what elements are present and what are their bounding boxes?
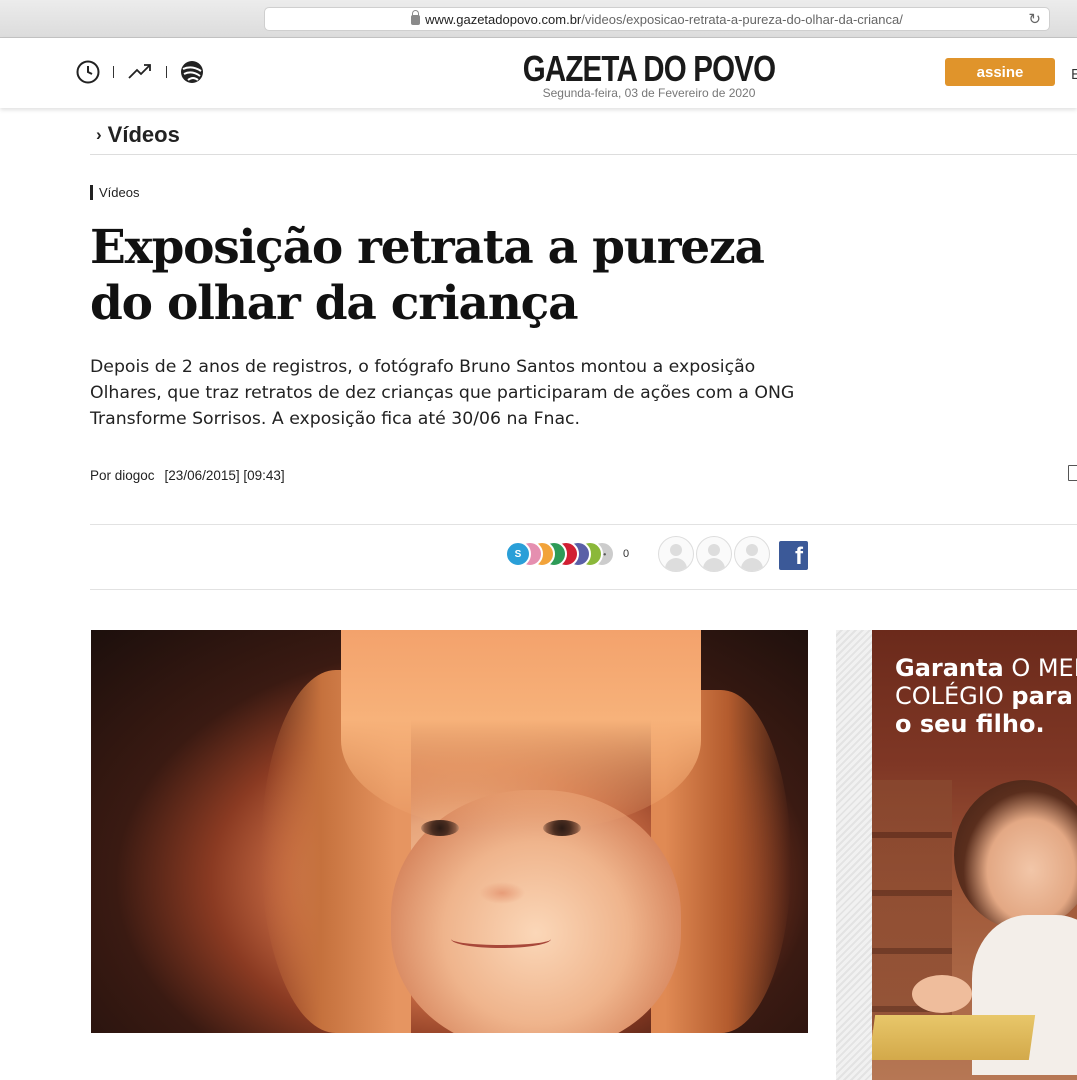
publish-datetime: [23/06/2015] [09:43] — [164, 468, 285, 483]
avatar — [734, 536, 770, 572]
ad-line-2-bold: para — [1011, 682, 1073, 710]
divider — [90, 154, 1077, 155]
address-bar[interactable]: www.gazetadopovo.com.br/videos/exposicao… — [264, 7, 1050, 31]
share-count: 0 — [623, 548, 630, 560]
divider — [90, 524, 1077, 525]
site-header: GAZETA DO POVO Segunda-feira, 03 de Feve… — [0, 38, 1077, 108]
bookmark-icon[interactable] — [1068, 465, 1077, 481]
ad-line-2: COLÉGIO — [895, 682, 1012, 710]
ad-line-3: o seu filho. — [895, 710, 1045, 738]
ad-border — [836, 630, 872, 1080]
divider — [90, 589, 1077, 590]
header-separator — [113, 66, 114, 78]
reader-avatars — [658, 536, 772, 572]
section-title: Vídeos — [107, 122, 180, 147]
ad-image-region — [872, 1015, 1036, 1060]
clock-icon[interactable] — [76, 60, 100, 84]
share-icon[interactable]: S — [505, 541, 531, 567]
photo-region — [451, 930, 551, 948]
url-path: /videos/exposicao-retrata-a-pureza-do-ol… — [581, 11, 903, 27]
reload-icon[interactable]: ↻ — [1028, 11, 1041, 27]
article-summary: Depois de 2 anos de registros, o fotógra… — [90, 357, 795, 429]
lock-icon — [411, 10, 421, 25]
ad-line-1: O MELHOR — [1011, 654, 1077, 682]
url-domain: www.gazetadopovo.com.br — [425, 11, 582, 27]
photo-region — [341, 630, 701, 830]
author-name[interactable]: Por diogoc — [90, 468, 155, 483]
chevron-right-icon: › — [96, 125, 102, 144]
article-byline: Por diogoc [23/06/2015] [09:43] — [90, 468, 285, 483]
avatar — [696, 536, 732, 572]
header-cut-link[interactable]: E — [1071, 68, 1077, 83]
site-logo[interactable]: GAZETA DO POVO — [117, 48, 1077, 90]
photo-region — [479, 882, 525, 904]
photo-region — [421, 820, 459, 836]
section-breadcrumb[interactable]: › Vídeos — [96, 122, 180, 148]
advertisement[interactable]: Garanta O MELHOR COLÉGIO para o seu filh… — [872, 630, 1077, 1080]
ad-image-region — [912, 975, 972, 1013]
article-headline: Exposição retrata a pureza do olhar da c… — [90, 220, 765, 331]
article-hero-image[interactable] — [91, 630, 808, 1033]
subscribe-button[interactable]: assine — [945, 58, 1055, 86]
header-date: Segunda-feira, 03 de Fevereiro de 2020 — [542, 86, 756, 100]
browser-toolbar: www.gazetadopovo.com.br/videos/exposicao… — [0, 0, 1077, 38]
photo-region — [543, 820, 581, 836]
avatar — [658, 536, 694, 572]
ad-headline: Garanta O MELHOR COLÉGIO para o seu filh… — [895, 654, 1077, 738]
share-buttons[interactable]: S ••• — [505, 540, 615, 568]
facebook-icon[interactable]: f — [779, 541, 808, 570]
ad-image-region — [954, 780, 1077, 930]
article-tag[interactable]: Vídeos — [90, 185, 139, 200]
ad-line-1-bold: Garanta — [895, 654, 1004, 682]
